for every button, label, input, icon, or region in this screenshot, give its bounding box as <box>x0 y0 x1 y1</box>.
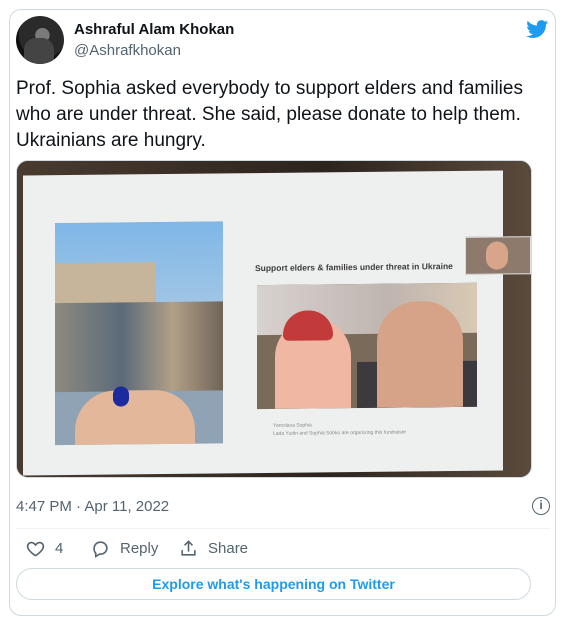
share-button[interactable]: Share <box>179 539 248 558</box>
share-icon <box>181 540 196 556</box>
twitter-bird-icon[interactable] <box>525 18 550 40</box>
author-name[interactable]: Ashraful Alam Khokan <box>74 21 234 38</box>
explore-twitter-button[interactable]: Explore what's happening on Twitter <box>16 568 531 600</box>
slide-title: Support elders & families under threat i… <box>255 261 453 274</box>
webcam-thumbnail <box>465 236 531 275</box>
reply-bubble-icon <box>93 541 108 558</box>
presentation-slide: Support elders & families under threat i… <box>23 170 531 476</box>
slide-caption-text: Lada Yudin and Sophia Sobko are organizi… <box>273 429 407 437</box>
tweet-timestamp[interactable]: 4:47 PM · Apr 11, 2022 <box>16 498 169 515</box>
info-icon[interactable]: i <box>532 497 550 515</box>
slide-caption-name: Yaroslava Sophia <box>273 422 312 429</box>
reply-button[interactable]: Reply <box>91 539 158 558</box>
divider <box>16 528 550 529</box>
like-count: 4 <box>55 540 64 557</box>
author-avatar[interactable] <box>16 16 64 64</box>
like-button[interactable]: 4 <box>26 539 63 558</box>
tweet-text: Prof. Sophia asked everybody to support … <box>16 78 523 151</box>
author-handle[interactable]: @Ashrafkhokan <box>74 42 181 59</box>
slide-left-photo <box>55 221 223 446</box>
reply-label: Reply <box>120 540 159 557</box>
share-label: Share <box>208 540 249 557</box>
tweet-media-photo[interactable]: Support elders & families under threat i… <box>16 160 532 478</box>
slide-right-photo <box>257 282 477 410</box>
heart-icon <box>26 541 45 557</box>
